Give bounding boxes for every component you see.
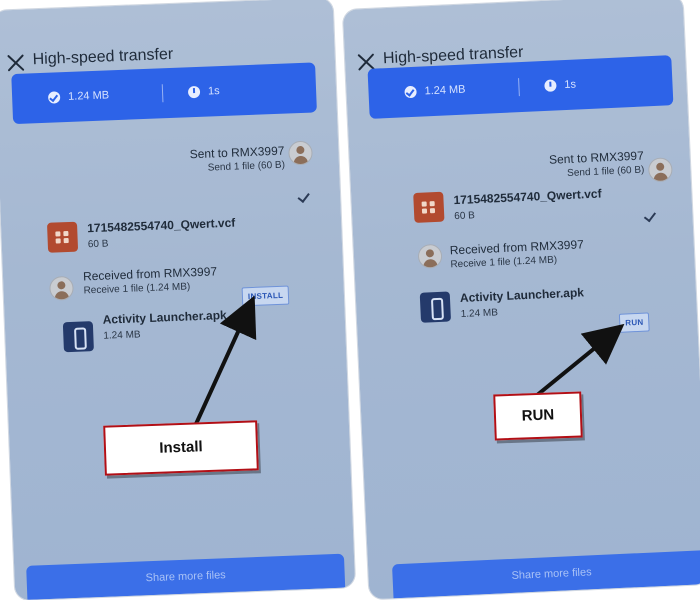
- install-callout: Install: [103, 420, 259, 476]
- run-callout: RUN: [493, 391, 583, 441]
- arrow-to-run-button: [534, 323, 625, 398]
- annotation-arrows: [194, 295, 625, 425]
- arrow-to-install-button: [194, 295, 257, 425]
